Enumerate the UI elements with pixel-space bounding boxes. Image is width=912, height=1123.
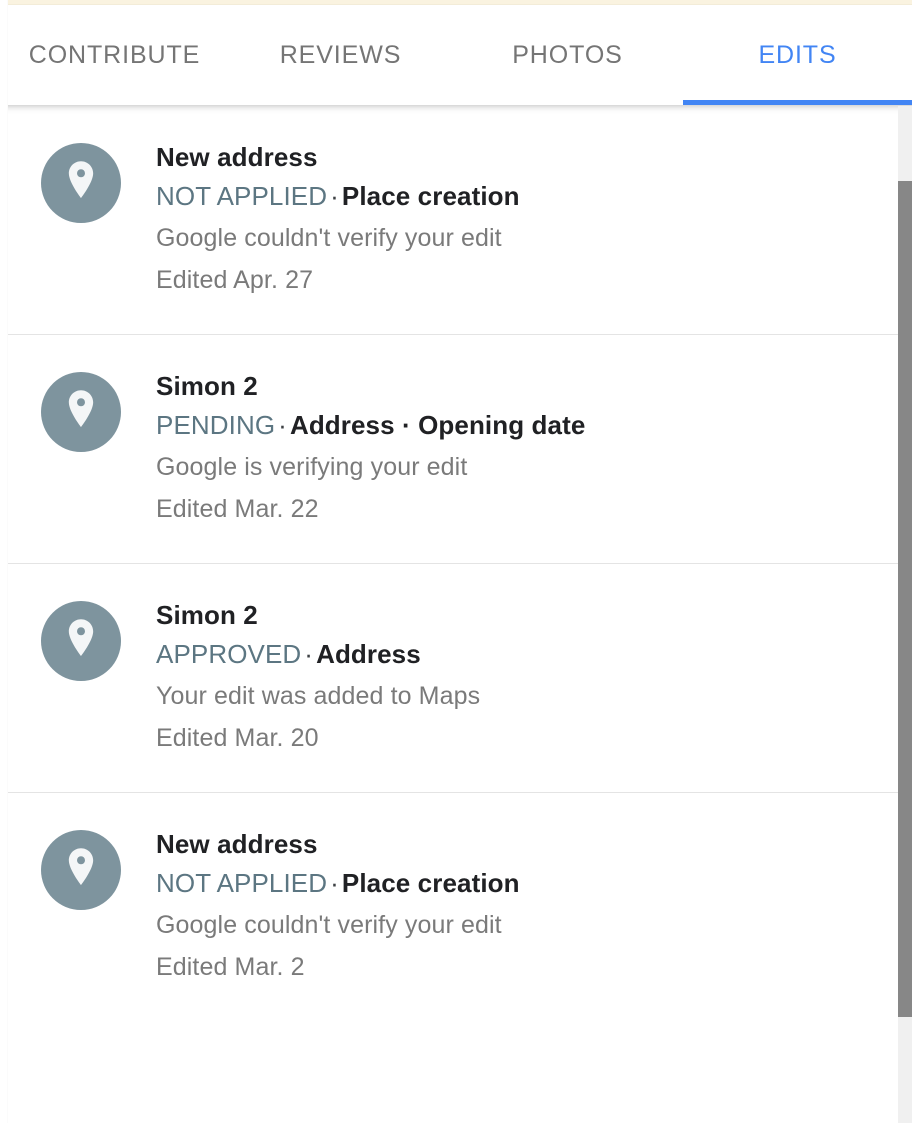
edits-list[interactable]: New address NOT APPLIED · Place creation G… xyxy=(0,106,912,1123)
list-item-note: Google couldn't verify your edit xyxy=(156,911,502,939)
list-item[interactable]: Simon 2 APPROVED · Address Your edit was a… xyxy=(0,564,912,793)
map-pin-icon xyxy=(41,830,121,910)
tab-edits-label: EDITS xyxy=(758,40,837,69)
edit-kind: Address · Opening date xyxy=(289,410,586,440)
tab-list: CONTRIBUTE REVIEWS PHOTOS EDITS xyxy=(0,5,912,105)
status-separator: · xyxy=(330,181,339,211)
list-item-date: Edited Mar. 22 xyxy=(156,495,319,523)
list-item[interactable]: New address NOT APPLIED · Place creation G… xyxy=(0,106,912,335)
list-item-title: New address xyxy=(156,829,318,859)
tab-reviews[interactable]: REVIEWS xyxy=(229,5,452,105)
list-item-date: Edited Mar. 20 xyxy=(156,724,319,752)
map-pin-icon xyxy=(41,143,121,223)
list-item-date: Edited Apr. 27 xyxy=(156,266,314,294)
list-item-body: New address NOT APPLIED · Place creation G… xyxy=(156,139,912,301)
edit-kind: Place creation xyxy=(341,181,520,211)
list-item-note: Google couldn't verify your edit xyxy=(156,224,502,252)
tab-contribute[interactable]: CONTRIBUTE xyxy=(0,5,229,105)
status-separator: · xyxy=(304,639,314,669)
tab-photos-label: PHOTOS xyxy=(512,40,623,69)
map-pin-icon xyxy=(41,372,121,452)
status-separator: · xyxy=(330,868,339,898)
status-badge: NOT APPLIED xyxy=(156,868,328,898)
list-item[interactable]: Simon 2 PENDING · Address · Opening date G… xyxy=(0,335,912,564)
list-item-title: Simon 2 xyxy=(156,600,258,630)
list-item-title: Simon 2 xyxy=(156,371,258,401)
status-badge: NOT APPLIED xyxy=(156,181,328,211)
tab-edits[interactable]: EDITS xyxy=(683,5,912,105)
tab-active-indicator xyxy=(683,100,912,105)
list-item-status-line: NOT APPLIED · Place creation xyxy=(156,175,872,217)
edit-kind: Place creation xyxy=(341,868,520,898)
list-item-note: Your edit was added to Maps xyxy=(156,682,481,710)
status-separator: · xyxy=(278,410,287,440)
vertical-scrollbar-thumb[interactable] xyxy=(898,181,912,1017)
list-item-body: Simon 2 APPROVED · Address Your edit was a… xyxy=(156,597,912,759)
map-pin-icon xyxy=(41,601,121,681)
list-item[interactable]: New address NOT APPLIED · Place creation G… xyxy=(0,793,912,1021)
tab-contribute-label: CONTRIBUTE xyxy=(28,40,201,69)
list-item-status-line: NOT APPLIED · Place creation xyxy=(156,862,872,904)
list-item-body: Simon 2 PENDING · Address · Opening date G… xyxy=(156,368,912,530)
list-item-status-line: PENDING · Address · Opening date xyxy=(156,404,872,446)
edit-kind: Address xyxy=(316,639,421,669)
status-badge: APPROVED xyxy=(156,639,302,669)
list-item-note: Google is verifying your edit xyxy=(156,453,468,481)
edits-screen: CONTRIBUTE REVIEWS PHOTOS EDITS New addr… xyxy=(0,0,912,1123)
list-item-status-line: APPROVED · Address xyxy=(156,633,872,675)
list-item-title: New address xyxy=(156,142,318,172)
list-item-body: New address NOT APPLIED · Place creation G… xyxy=(156,826,912,988)
left-gutter-rail xyxy=(0,0,8,1123)
tab-photos[interactable]: PHOTOS xyxy=(452,5,683,105)
status-badge: PENDING xyxy=(156,410,276,440)
tab-bar: CONTRIBUTE REVIEWS PHOTOS EDITS xyxy=(0,5,912,105)
list-item-date: Edited Mar. 2 xyxy=(156,953,305,981)
tab-reviews-label: REVIEWS xyxy=(279,40,402,69)
